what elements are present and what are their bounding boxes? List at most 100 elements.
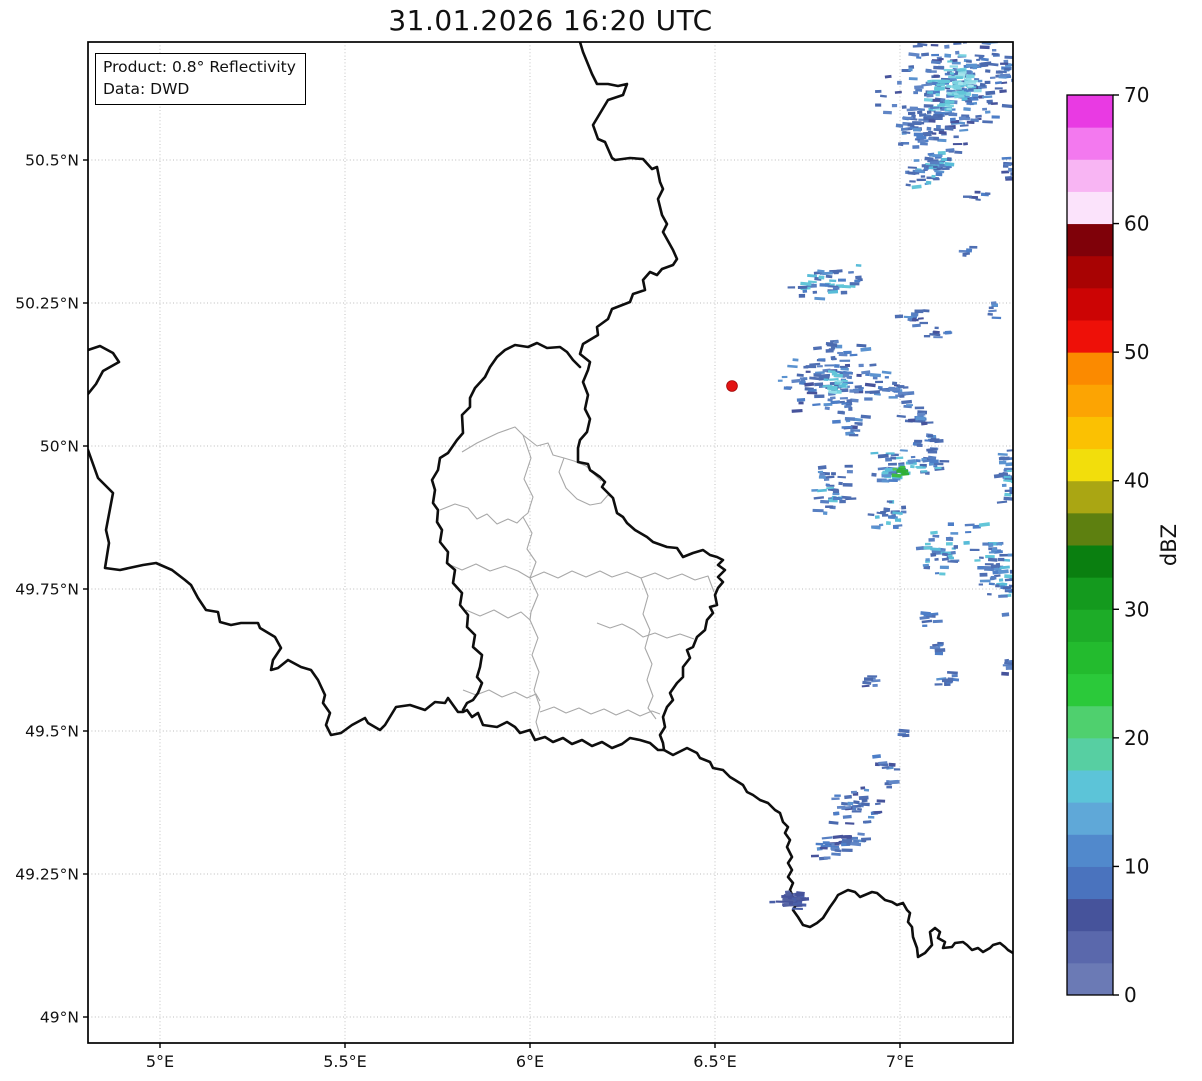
echo-bin — [838, 481, 843, 486]
echo-bin — [814, 382, 824, 387]
echo-bin — [894, 90, 902, 94]
echo-bin — [824, 364, 835, 367]
echo-bin — [944, 53, 952, 58]
echo-bin — [909, 180, 916, 183]
y-tick-label: 49.25°N — [15, 866, 79, 884]
echo-bin — [946, 84, 952, 89]
echo-bin — [902, 733, 910, 738]
echo-bin — [995, 584, 1000, 588]
echo-bin — [999, 553, 1010, 557]
echo-bin — [947, 522, 955, 527]
echo-bin — [829, 279, 837, 283]
echo-bin — [921, 164, 926, 168]
echo-bin — [966, 120, 975, 124]
radar-echo-cluster — [867, 500, 907, 530]
canton-border-path — [522, 434, 537, 579]
echo-bin — [923, 613, 932, 617]
echo-bin — [954, 38, 961, 41]
echo-bin — [912, 318, 919, 322]
echo-bin — [988, 582, 995, 586]
echo-bin — [999, 73, 1011, 77]
echo-bin — [1004, 574, 1013, 579]
echo-bin — [913, 159, 920, 162]
echo-bin — [997, 452, 1008, 456]
echo-bin — [916, 56, 922, 59]
echo-bin — [953, 92, 959, 96]
echo-bin — [991, 33, 1001, 36]
echo-bin — [825, 483, 830, 487]
echo-bin — [901, 105, 907, 109]
echo-bin — [917, 110, 923, 115]
echo-bin — [888, 479, 898, 482]
radar-echo-cluster — [861, 675, 881, 688]
echo-bin — [850, 841, 862, 847]
echo-bin — [791, 408, 803, 413]
echo-bin — [867, 675, 878, 678]
echo-bin — [914, 406, 925, 410]
echo-bin — [897, 80, 902, 85]
echo-bin — [863, 788, 870, 792]
echo-bin — [930, 530, 938, 535]
echo-bin — [842, 482, 853, 487]
echo-bin — [929, 438, 940, 443]
echo-bin — [861, 684, 870, 688]
radar-echo-cluster — [875, 33, 1013, 169]
echo-bin — [987, 557, 998, 562]
colorbar-axis-label: dBZ — [1157, 524, 1181, 566]
echo-bin — [819, 472, 825, 476]
echo-bin — [847, 801, 854, 806]
echo-bin — [818, 358, 826, 361]
echo-bin — [934, 572, 940, 575]
echo-bin — [946, 91, 953, 95]
echo-bin — [945, 103, 954, 108]
echo-bin — [974, 190, 981, 194]
canton-border-path — [439, 503, 524, 525]
radar-echo-cluster — [904, 406, 934, 426]
colorbar-tick-label: 50 — [1124, 340, 1149, 364]
echo-bin — [924, 542, 931, 546]
echo-bin — [871, 472, 877, 477]
colorbar-segment — [1067, 384, 1113, 417]
echo-bin — [872, 683, 878, 688]
echo-bin — [926, 110, 932, 114]
echo-bin — [1001, 170, 1010, 174]
echo-bin — [810, 854, 819, 858]
echo-bin — [920, 470, 928, 473]
echo-bin — [907, 459, 916, 464]
echo-bin — [888, 462, 897, 466]
echo-bin — [915, 546, 924, 551]
echo-bin — [821, 836, 833, 840]
echo-bin — [959, 121, 966, 125]
echo-bin — [843, 350, 852, 355]
colorbar-tick-label: 10 — [1124, 854, 1149, 878]
echo-bin — [924, 38, 932, 41]
echo-bin — [893, 768, 901, 771]
echo-bin — [925, 68, 932, 73]
radar-echo-cluster — [872, 754, 901, 771]
echo-bin — [948, 556, 955, 560]
canton-border-path — [529, 577, 541, 736]
echo-bin — [965, 248, 973, 253]
map-canvas: 5°E 5.5°E 6°E 6.5°E 7°E 50.5°N 50.25°N 50°N 49.… — [15, 33, 1181, 1071]
echo-bin — [966, 89, 975, 92]
echo-bin — [946, 107, 952, 111]
y-tick-label: 50.25°N — [15, 295, 79, 313]
echo-bin — [938, 130, 947, 135]
echo-bin — [856, 343, 867, 348]
echo-bin — [831, 797, 840, 801]
colorbar-segment — [1067, 962, 1113, 996]
echo-bin — [982, 120, 993, 124]
echo-bin — [849, 282, 860, 286]
echo-bin — [900, 465, 906, 469]
echo-bin — [805, 370, 811, 373]
echo-bin — [944, 100, 955, 104]
echo-bin — [891, 381, 898, 386]
y-tick-label: 49.75°N — [15, 581, 79, 599]
echo-bin — [824, 406, 830, 411]
echo-bin — [897, 142, 904, 147]
echo-bin — [833, 811, 840, 816]
echo-bin — [931, 53, 940, 57]
echo-bin — [928, 537, 935, 542]
echo-bin — [1002, 586, 1012, 590]
echo-bin — [977, 565, 985, 570]
